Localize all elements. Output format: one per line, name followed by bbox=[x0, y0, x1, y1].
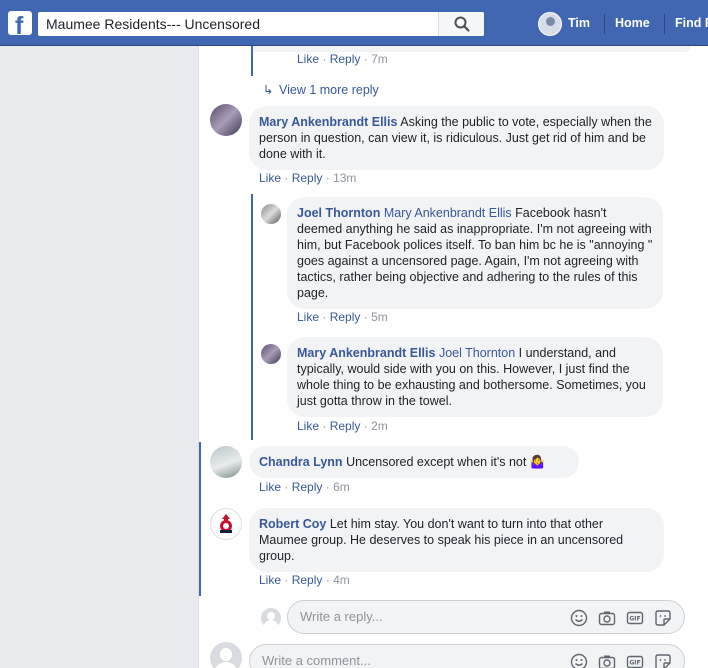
search-button[interactable] bbox=[438, 12, 484, 36]
shrug-emoji: 🤷‍♀️ bbox=[529, 455, 546, 469]
view-more-replies-link[interactable]: ↳ View 1 more reply bbox=[263, 82, 379, 97]
search-icon bbox=[454, 16, 470, 32]
camera-icon[interactable] bbox=[598, 653, 616, 668]
comment-actions: Like · Reply · 13m bbox=[259, 171, 357, 185]
comment-input[interactable] bbox=[262, 653, 492, 668]
gif-icon[interactable]: GIF bbox=[626, 609, 644, 627]
comment-bubble: Mary Ankenbrandt Ellis Asking the public… bbox=[249, 106, 664, 170]
team-logo-icon bbox=[220, 514, 232, 533]
comment-timestamp[interactable]: 2m bbox=[371, 419, 388, 433]
comment-timestamp[interactable]: 4m bbox=[333, 573, 350, 587]
like-link[interactable]: Like bbox=[297, 52, 319, 66]
comment-author[interactable]: Robert Coy bbox=[259, 517, 326, 531]
comment-author[interactable]: Mary Ankenbrandt Ellis bbox=[297, 346, 435, 360]
comment-author[interactable]: Mary Ankenbrandt Ellis bbox=[259, 115, 397, 129]
comment-thread-panel: Like · Reply · 7m ↳ View 1 more reply Mar… bbox=[198, 46, 708, 668]
reply-link[interactable]: Reply bbox=[330, 52, 361, 66]
mentioned-user[interactable]: Joel Thornton bbox=[439, 346, 515, 360]
reply-link[interactable]: Reply bbox=[330, 419, 361, 433]
avatar bbox=[210, 642, 242, 668]
comment-bubble: Robert Coy Let him stay. You don't want … bbox=[249, 508, 664, 572]
comment-actions: Like · Reply · 6m bbox=[259, 480, 350, 494]
comment-author[interactable]: Chandra Lynn bbox=[259, 455, 343, 469]
comment-actions: Like · Reply · 7m bbox=[297, 52, 388, 66]
avatar[interactable] bbox=[210, 104, 242, 136]
nav-divider bbox=[604, 14, 605, 34]
svg-text:GIF: GIF bbox=[629, 660, 640, 667]
comment-timestamp[interactable]: 5m bbox=[371, 310, 388, 324]
avatar[interactable] bbox=[261, 344, 281, 364]
home-link[interactable]: Home bbox=[615, 16, 650, 30]
comment-timestamp[interactable]: 7m bbox=[371, 52, 388, 66]
find-friends-link[interactable]: Find F bbox=[675, 16, 708, 30]
like-link[interactable]: Like bbox=[259, 480, 281, 494]
reply-link[interactable]: Reply bbox=[292, 573, 323, 587]
sticker-icon[interactable] bbox=[654, 653, 672, 668]
mentioned-user[interactable]: Mary Ankenbrandt Ellis bbox=[384, 206, 512, 220]
like-link[interactable]: Like bbox=[259, 573, 281, 587]
comment-actions: Like · Reply · 2m bbox=[297, 419, 388, 433]
avatar bbox=[538, 12, 562, 36]
comment-timestamp[interactable]: 6m bbox=[333, 480, 350, 494]
avatar[interactable] bbox=[261, 204, 281, 224]
search-input[interactable] bbox=[38, 12, 438, 36]
facebook-logo-icon[interactable]: f bbox=[8, 11, 32, 35]
like-link[interactable]: Like bbox=[259, 171, 281, 185]
like-link[interactable]: Like bbox=[297, 419, 319, 433]
comment-author[interactable]: Joel Thornton bbox=[297, 206, 380, 220]
profile-name: Tim bbox=[568, 16, 590, 30]
like-link[interactable]: Like bbox=[297, 310, 319, 324]
gif-icon[interactable]: GIF bbox=[626, 653, 644, 668]
comment-actions: Like · Reply · 5m bbox=[297, 310, 388, 324]
comment-timestamp[interactable]: 13m bbox=[333, 171, 356, 185]
comment-bubble: Chandra Lynn Uncensored except when it's… bbox=[249, 446, 579, 478]
sticker-icon[interactable] bbox=[654, 609, 672, 627]
search-bar bbox=[38, 12, 484, 36]
new-comments-indicator bbox=[199, 442, 201, 596]
camera-icon[interactable] bbox=[598, 609, 616, 627]
reply-thread-line bbox=[251, 194, 253, 440]
avatar[interactable] bbox=[210, 446, 242, 478]
reply-arrow-icon: ↳ bbox=[263, 83, 274, 97]
nav-divider bbox=[664, 14, 665, 34]
reply-link[interactable]: Reply bbox=[292, 480, 323, 494]
avatar bbox=[261, 608, 281, 628]
reply-input[interactable] bbox=[300, 609, 530, 624]
comment-composer: GIF bbox=[249, 644, 685, 668]
emoji-icon[interactable] bbox=[570, 609, 588, 627]
svg-text:GIF: GIF bbox=[629, 616, 640, 623]
reply-bubble: Mary Ankenbrandt Ellis Joel Thornton I u… bbox=[287, 337, 663, 417]
comment-text: Uncensored except when it's not bbox=[346, 455, 527, 469]
reply-bubble: Joel Thornton Mary Ankenbrandt Ellis Fac… bbox=[287, 197, 663, 309]
top-nav-bar: f Tim Home Find F bbox=[0, 0, 708, 46]
avatar[interactable] bbox=[210, 508, 242, 540]
reply-link[interactable]: Reply bbox=[330, 310, 361, 324]
comment-actions: Like · Reply · 4m bbox=[259, 573, 350, 587]
reply-thread-line bbox=[251, 46, 253, 76]
reply-link[interactable]: Reply bbox=[292, 171, 323, 185]
reply-composer: GIF bbox=[287, 600, 685, 634]
view-more-label: View 1 more reply bbox=[279, 83, 379, 97]
emoji-icon[interactable] bbox=[570, 653, 588, 668]
comment-text: Facebook hasn't deemed anything he said … bbox=[297, 206, 653, 300]
